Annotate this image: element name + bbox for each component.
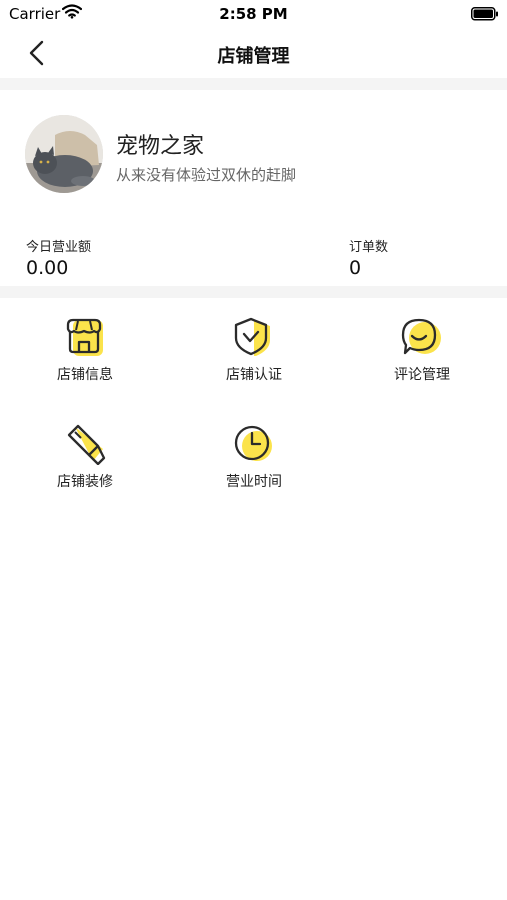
menu-store-decoration[interactable]: 店铺装修 [15,423,155,491]
cat-photo-icon [25,115,103,193]
paint-brush-icon [67,424,106,465]
menu-business-hours-label: 营业时间 [226,474,282,490]
menu-business-hours[interactable]: 营业时间 [184,423,324,491]
orders-label: 订单数 [349,240,389,255]
nav-bar: 店铺管理 [0,30,507,78]
clock-icon [234,425,272,461]
menu-store-certification-label: 店铺认证 [226,367,282,383]
comment-bubble-icon [401,318,441,355]
orders-stat: 订单数 0 [349,236,388,279]
status-time: 2:58 PM [219,5,288,23]
shield-check-icon [234,317,270,356]
section-divider [0,286,507,298]
section-divider [0,78,507,90]
status-bar: Carrier 2:58 PM [0,0,507,30]
page-title: 店铺管理 [217,46,290,67]
revenue-value: 0.00 [26,257,69,279]
today-stats: 今日营业额 0.00 订单数 0 [0,228,507,286]
orders-value: 0 [349,257,362,279]
store-icon [66,318,103,356]
shop-name: 宠物之家 [116,134,205,159]
menu-store-decoration-label: 店铺装修 [57,474,113,490]
battery-icon [471,6,499,25]
menu-store-certification[interactable]: 店铺认证 [184,316,324,384]
shop-motto: 从来没有体验过双休的赶脚 [116,166,297,184]
menu-comment-management[interactable]: 评论管理 [352,316,492,384]
avatar[interactable] [25,115,103,193]
shop-profile: 宠物之家 从来没有体验过双休的赶脚 [0,90,507,210]
revenue-stat: 今日营业额 0.00 [26,236,91,279]
menu-comment-management-label: 评论管理 [394,367,450,383]
menu-store-info[interactable]: 店铺信息 [15,316,155,384]
revenue-label: 今日营业额 [26,240,92,255]
menu-store-info-label: 店铺信息 [57,367,113,383]
